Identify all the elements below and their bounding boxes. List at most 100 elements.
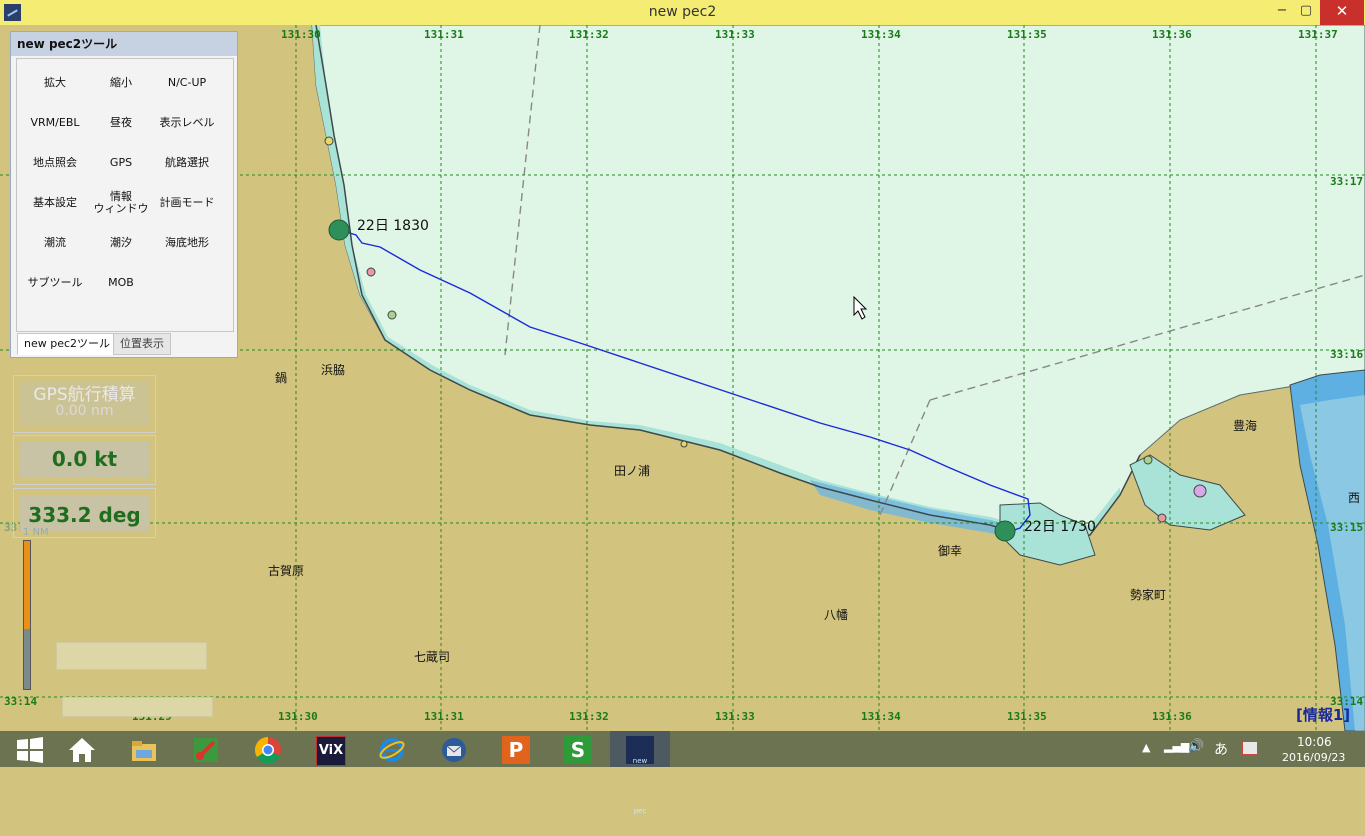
lon-label: 131:31 [424, 710, 464, 723]
place-name: 西 [1348, 491, 1361, 505]
show-hidden-icons[interactable]: ▲ [1142, 741, 1150, 777]
north-course-up-button[interactable]: N/C-UP [154, 77, 220, 89]
place-name: 鍋 [275, 371, 288, 385]
close-button[interactable]: ✕ [1320, 0, 1364, 25]
lon-label: 131:33 [715, 28, 755, 41]
lon-label: 131:30 [278, 710, 318, 723]
chrome-icon [254, 736, 281, 764]
lat-label: 33:17 [1330, 175, 1364, 188]
thunderbird-icon [442, 738, 466, 762]
plan-mode-button[interactable]: 計画モード [154, 197, 220, 209]
day-night-button[interactable]: 昼夜 [88, 117, 154, 129]
tool-window[interactable]: new pec2ツール 拡大 縮小 N/C-UP VRM/EBL 昼夜 表示レベ… [10, 31, 238, 358]
zoom-in-button[interactable]: 拡大 [22, 77, 88, 89]
mob-button[interactable]: MOB [88, 277, 154, 289]
thunderbird-button[interactable] [424, 731, 484, 767]
spreadsheet-button[interactable]: S [548, 731, 608, 767]
tab-position[interactable]: 位置表示 [113, 333, 171, 355]
place-name: 御幸 [938, 544, 963, 558]
gps-button[interactable]: GPS [88, 157, 154, 169]
lon-label: 131:30 [281, 28, 321, 41]
point-query-button[interactable]: 地点照会 [22, 157, 88, 169]
track-label: 22日 1730 [1024, 519, 1096, 535]
home-button[interactable] [52, 731, 112, 767]
sub-tool-button[interactable]: サブツール [22, 277, 88, 289]
file-explorer-icon [132, 741, 156, 761]
chrome-button[interactable] [238, 731, 298, 767]
powerpoint-icon: P [502, 736, 530, 764]
notification-icon[interactable] [1242, 741, 1258, 755]
window-title: new pec2 [648, 4, 717, 20]
scale-bar [23, 540, 31, 690]
gps-distance-label: GPS航行積算 [33, 385, 136, 405]
home-icon [69, 738, 95, 762]
display-level-button[interactable]: 表示レベル [154, 117, 220, 129]
tool-window-title: new pec2ツール [11, 32, 237, 56]
lon-label: 131:36 [1152, 28, 1192, 41]
seabed-terrain-button[interactable]: 海底地形 [154, 237, 220, 249]
app-button[interactable] [176, 731, 236, 767]
vix-icon: ViX [316, 736, 346, 766]
start-icon [17, 737, 43, 763]
zoom-out-button[interactable]: 縮小 [88, 77, 154, 89]
lon-label: 131:35 [1007, 28, 1047, 41]
volume-icon[interactable]: 🔊 [1188, 739, 1204, 775]
file-explorer-button[interactable] [114, 731, 174, 767]
blank-panel [62, 697, 213, 717]
lon-label: 131:35 [1007, 710, 1047, 723]
scale-label: 1 NM [23, 527, 49, 538]
taskbar: ViX P S new pec ▲ ▂▄▆ 🔊 あ 10:06 2016/09/… [0, 731, 1365, 815]
lon-label: 131:34 [861, 28, 901, 41]
lat-label: 33:14 [4, 695, 38, 708]
network-icon[interactable]: ▂▄▆ [1164, 740, 1189, 776]
tool-button-grid: 拡大 縮小 N/C-UP VRM/EBL 昼夜 表示レベル 地点照会 GPS 航… [16, 58, 234, 332]
lon-label: 131:32 [569, 28, 609, 41]
tidal-current-button[interactable]: 潮流 [22, 237, 88, 249]
clock-date[interactable]: 2016/09/23 [1282, 751, 1345, 787]
powerpoint-button[interactable]: P [486, 731, 546, 767]
lat-label: 33:15 [1330, 521, 1364, 534]
lat-label: 33:16 [1330, 348, 1364, 361]
route-select-button[interactable]: 航路選択 [154, 157, 220, 169]
place-name: 勢家町 [1130, 588, 1167, 602]
place-name: 七蔵司 [414, 650, 451, 664]
basic-settings-button[interactable]: 基本設定 [22, 197, 88, 209]
tide-button[interactable]: 潮汐 [88, 237, 154, 249]
track-point-1730 [994, 520, 1016, 542]
tab-tools[interactable]: new pec2ツール [17, 333, 118, 355]
ime-indicator[interactable]: あ [1214, 739, 1228, 775]
sea-area [311, 25, 1365, 541]
start-button[interactable] [0, 731, 60, 767]
ie-icon [379, 738, 405, 762]
gps-distance-panel: GPS航行積算 0.00 nm [13, 375, 156, 433]
speed-value: 0.0 kt [51, 447, 118, 471]
place-name: 古賀原 [268, 564, 305, 578]
info-tab[interactable]: [情報1] [1296, 704, 1350, 725]
harbor-pier-east [1129, 454, 1246, 531]
lon-label: 131:32 [569, 710, 609, 723]
new-pec-button[interactable]: new pec [610, 731, 670, 815]
vix-button[interactable]: ViX [300, 731, 360, 767]
place-name: 豊海 [1233, 419, 1258, 433]
info-window-button[interactable]: 情報 ウィンドウ [88, 191, 154, 215]
app-icon [194, 738, 218, 762]
place-name: 浜脇 [321, 363, 346, 377]
lon-label: 131:33 [715, 710, 755, 723]
title-bar[interactable]: new pec2 − ▢ ✕ [0, 0, 1365, 25]
heading-value: 333.2 deg [28, 503, 141, 527]
blank-panel [56, 642, 207, 670]
track-point-1830 [328, 219, 350, 241]
lon-label: 131:36 [1152, 710, 1192, 723]
place-name: 田ノ浦 [614, 464, 651, 478]
gps-distance-value: 0.00 nm [55, 403, 114, 419]
vrm-ebl-button[interactable]: VRM/EBL [22, 117, 88, 129]
new-pec-icon: new pec [626, 736, 654, 815]
ie-button[interactable] [362, 731, 422, 767]
lon-label: 131:31 [424, 28, 464, 41]
lon-label: 131:34 [861, 710, 901, 723]
speed-panel: 0.0 kt [13, 435, 156, 485]
maximize-button[interactable]: ▢ [1292, 0, 1320, 25]
track-label: 22日 1830 [357, 218, 429, 234]
place-name: 八幡 [824, 608, 849, 622]
lon-label: 131:37 [1298, 28, 1338, 41]
